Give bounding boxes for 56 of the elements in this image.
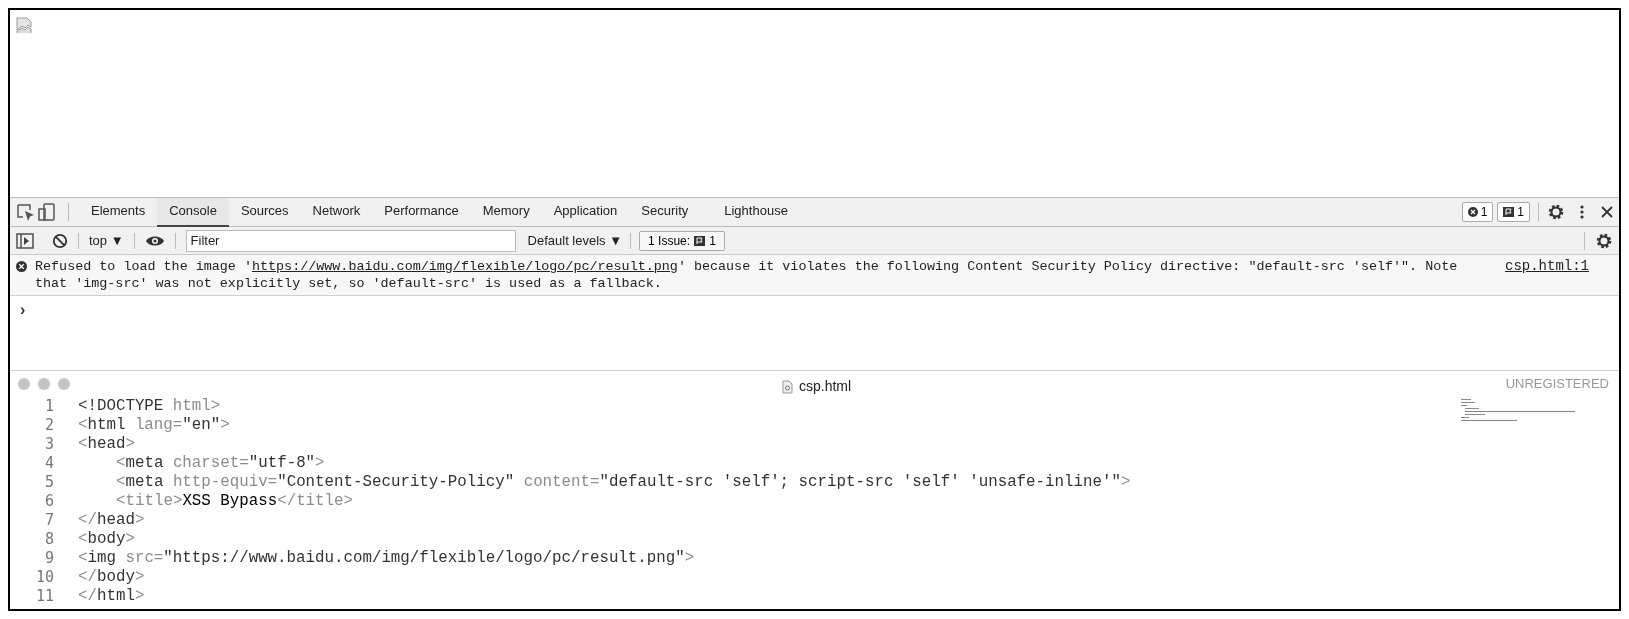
sidebar-toggle-icon[interactable] [16, 232, 34, 249]
code-line: <head> [78, 433, 135, 455]
line-number: 9 [43, 548, 54, 570]
line-number: 7 [43, 510, 54, 532]
device-icon[interactable] [36, 203, 58, 221]
line-number: 2 [43, 415, 54, 437]
more-icon[interactable] [1579, 204, 1585, 220]
unregistered-label: UNREGISTERED [1505, 375, 1609, 394]
close-icon[interactable] [1601, 206, 1613, 218]
error-icon [1467, 207, 1478, 217]
code-line: </html> [78, 585, 145, 607]
line-number: 4 [43, 453, 54, 475]
tab[interactable]: Memory [470, 197, 542, 227]
tab[interactable]: Lighthouse [712, 197, 800, 227]
tab[interactable]: Performance [372, 197, 471, 227]
line-number: 3 [43, 434, 54, 456]
url-link[interactable]: https://www.baidu.com/img/flexible/logo/pc/result.png [251, 259, 678, 274]
line-number: 6 [43, 491, 54, 513]
tab[interactable]: Console [157, 197, 229, 227]
code-line: </body> [78, 566, 145, 588]
tab[interactable]: Application [541, 197, 630, 227]
code-line: <meta http-equiv="Content-Security-Policy" content="default-src 'self'; script-src 'self' 'unsafe-inline'"> [116, 471, 1131, 493]
line-number: 5 [43, 472, 54, 494]
code-line: <html lang="en"> [78, 414, 230, 436]
line-number: 10 [34, 567, 54, 589]
tab[interactable]: Elements [79, 197, 158, 227]
code-line: <meta charset="utf-8"> [116, 452, 325, 474]
error-message: Refused to load the image 'https://www.baidu.com/img/flexible/logo/pc/result.png' because it violates the following Content Security Policy directive: "default-src 'self'". Note that 'img-src' was not explicitly set, so 'default-src' is used as a fallback. [35, 258, 1458, 292]
code-line: <body> [78, 528, 135, 550]
code-line: <title>XSS Bypass</title> [116, 490, 354, 512]
issue-count-button[interactable]: 1 [1497, 202, 1530, 222]
flag-icon [1503, 207, 1515, 217]
error-icon [16, 261, 27, 272]
line-number: 8 [43, 529, 54, 551]
line-number: 1 [43, 396, 54, 418]
inspect-icon[interactable] [16, 203, 36, 221]
settings-icon[interactable] [1595, 231, 1613, 250]
levels-dropdown[interactable]: Default levels ▼ [527, 230, 623, 251]
issues-button[interactable]: 1 Issue: 1 [639, 230, 725, 251]
flag-icon [694, 235, 706, 246]
filter-field[interactable]: Filter [185, 229, 516, 252]
context-dropdown[interactable]: top ▼ [89, 230, 124, 251]
tab[interactable]: Security [629, 197, 701, 227]
source-link[interactable]: csp.html:1 [1505, 258, 1589, 275]
tab[interactable]: Network [300, 197, 373, 227]
code-line: <!DOCTYPE html> [78, 395, 221, 417]
tab[interactable]: Sources [228, 197, 301, 227]
settings-icon[interactable] [1547, 203, 1565, 221]
file-title: csp.html [799, 377, 852, 396]
line-number: 11 [34, 586, 54, 608]
code-line: <img src="https://www.baidu.com/img/flexible/logo/pc/result.png"> [78, 547, 695, 569]
console-prompt[interactable]: › [20, 301, 26, 318]
error-count-button[interactable]: 1 [1461, 202, 1494, 222]
file-icon [782, 379, 793, 394]
code-line: </head> [78, 509, 145, 531]
clear-icon[interactable] [52, 232, 68, 249]
